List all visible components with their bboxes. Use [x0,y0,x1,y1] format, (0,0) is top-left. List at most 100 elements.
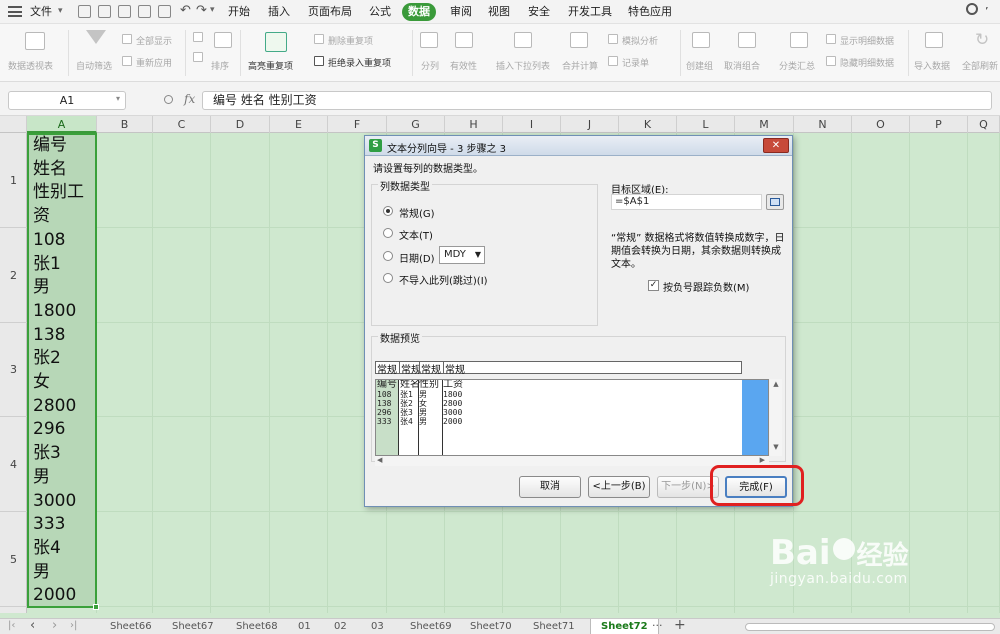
row-header-1[interactable]: 1 [0,133,27,228]
merge-calc-button[interactable]: 合并计算 [562,59,598,72]
preview-column-type-header[interactable]: 常规 [377,361,397,376]
negative-checkbox[interactable]: ✓ [648,280,659,291]
redo-icon[interactable]: ↷ [196,3,207,18]
tab-features[interactable]: 特色应用 [622,3,678,21]
save-icon[interactable] [78,5,91,18]
row-header-2[interactable]: 2 [0,228,27,323]
column-header-g[interactable]: G [387,116,445,133]
pivot-table-button[interactable]: 数据透视表 [8,59,53,72]
column-header-k[interactable]: K [619,116,677,133]
menu-icon[interactable] [8,6,22,17]
tab-developer[interactable]: 开发工具 [562,3,618,21]
split-column-button[interactable]: 分列 [421,59,439,72]
tab-insert[interactable]: 插入 [262,3,296,21]
column-header-c[interactable]: C [153,116,211,133]
preview-column-type-header[interactable]: 常规 [401,361,421,376]
column-header-p[interactable]: P [910,116,968,133]
preview-column-type-header[interactable]: 常规 [421,361,441,376]
hide-detail-button[interactable]: 隐藏明细数据 [840,56,894,69]
record-button[interactable]: 记录单 [622,56,649,69]
date-format-select[interactable]: MDY ▼ [439,246,485,264]
name-box[interactable]: A1 [8,91,126,110]
sheet-tab-sheet69[interactable]: Sheet69 [410,621,452,632]
formula-input[interactable]: 编号 姓名 性别工资 [202,91,992,110]
menu-file[interactable]: 文件 [24,3,58,21]
name-box-chevron-icon[interactable]: ▾ [116,94,120,103]
column-header-i[interactable]: I [503,116,561,133]
add-sheet-button[interactable]: + [674,617,686,633]
tab-view[interactable]: 视图 [482,3,516,21]
more-sheets-button[interactable]: ··· [652,619,663,632]
undo-icon[interactable]: ↶ [180,3,191,18]
column-header-a[interactable]: A [27,116,97,133]
prev-sheet-icon[interactable]: ‹ [30,618,35,633]
tab-page-layout[interactable]: 页面布局 [302,3,358,21]
fx-icon[interactable]: fx [184,92,195,106]
autofilter-button[interactable]: 自动筛选 [76,59,112,72]
horizontal-scrollbar[interactable] [745,623,995,631]
highlight-duplicate-button[interactable]: 高亮重复项 [248,59,293,72]
insert-dropdown-button[interactable]: 插入下拉列表 [496,59,550,72]
tab-data[interactable]: 数据 [402,3,436,21]
column-header-j[interactable]: J [561,116,619,133]
target-area-input[interactable]: =$A$1 [611,194,762,210]
radio-general-label[interactable]: 常规(G) [399,205,435,220]
show-all-button[interactable]: 全部显示 [136,34,172,47]
preview-column-type-header[interactable]: 常规 [445,361,465,376]
range-select-button[interactable] [766,194,784,210]
reject-duplicate-button[interactable]: 拒绝录入重复项 [328,56,391,69]
tab-security[interactable]: 安全 [522,3,556,21]
sheet-tab-sheet71[interactable]: Sheet71 [533,621,575,632]
row-header-5[interactable]: 5 [0,512,27,607]
negative-checkbox-label[interactable]: 按负号跟踪负数(M) [663,279,749,294]
open-icon[interactable] [98,5,111,18]
reapply-button[interactable]: 重新应用 [136,56,172,69]
radio-skip-label[interactable]: 不导入此列(跳过)(I) [399,272,488,287]
sheet-tab-01[interactable]: 01 [298,621,311,632]
first-sheet-icon[interactable]: |‹ [8,620,15,631]
sheet-tab-sheet67[interactable]: Sheet67 [172,621,214,632]
radio-skip[interactable] [383,273,393,283]
radio-text[interactable] [383,228,393,238]
row-header-3[interactable]: 3 [0,322,27,417]
column-header-d[interactable]: D [211,116,270,133]
sheet-tab-sheet66[interactable]: Sheet66 [110,621,152,632]
import-data-button[interactable]: 导入数据 [914,59,950,72]
select-all-corner[interactable] [0,116,27,133]
tab-home[interactable]: 开始 [222,3,256,21]
zoom-icon[interactable] [164,95,173,104]
sort-button[interactable]: 排序 [211,59,229,72]
next-sheet-icon[interactable]: › [52,618,57,633]
customize-icon[interactable]: ▾ [210,5,215,15]
column-header-e[interactable]: E [270,116,328,133]
validity-button[interactable]: 有效性 [450,59,477,72]
tab-formula[interactable]: 公式 [363,3,397,21]
fill-handle[interactable] [93,604,99,610]
cancel-button[interactable]: 取消 [519,476,581,498]
column-header-q[interactable]: Q [968,116,1000,133]
radio-text-label[interactable]: 文本(T) [399,227,433,242]
simulate-button[interactable]: 模拟分析 [622,34,658,47]
column-header-h[interactable]: H [445,116,503,133]
subtotal-button[interactable]: 分类汇总 [779,59,815,72]
active-cell-a1[interactable]: 编号 姓名 性别工资 108 张1 男 1800 138 张2 女 2800 296 张3 男 3000 33… [27,133,99,610]
column-header-f[interactable]: F [328,116,387,133]
row-header-4[interactable]: 4 [0,417,27,512]
radio-general[interactable] [383,206,393,216]
column-header-l[interactable]: L [677,116,735,133]
chevron-down-icon[interactable]: ▾ [58,6,63,16]
export-icon[interactable] [158,5,171,18]
column-header-m[interactable]: M [735,116,794,133]
preview-box[interactable]: 编号 姓名 性别 工资 108 张1 男 1800 138 张2 女 2800 296 张3 男 3000 33… [375,379,769,456]
preview-vscroll[interactable]: ▲ ▼ [770,379,782,456]
column-header-b[interactable]: B [97,116,153,133]
delete-duplicate-button[interactable]: 删除重复项 [328,34,373,47]
column-header-o[interactable]: O [852,116,910,133]
show-detail-button[interactable]: 显示明细数据 [840,34,894,47]
create-group-button[interactable]: 创建组 [686,59,713,72]
print-preview-icon[interactable] [138,5,151,18]
radio-date-label[interactable]: 日期(D) [399,250,435,265]
prev-step-button[interactable]: <上一步(B) [588,476,650,498]
refresh-all-button[interactable]: 全部刷新 [962,59,998,72]
sheet-tab-02[interactable]: 02 [334,621,347,632]
